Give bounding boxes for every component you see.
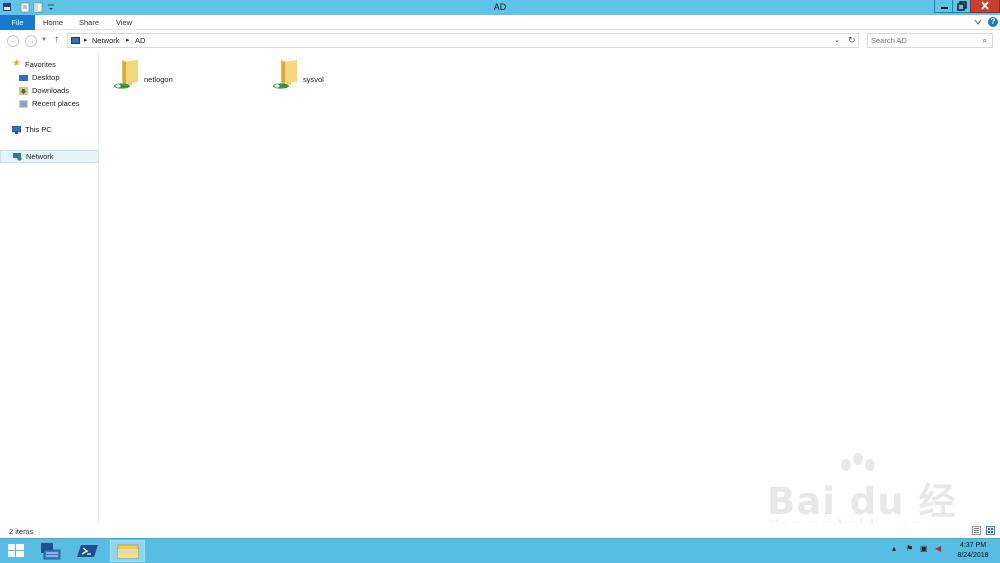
chevron-down-icon: ▼ [41, 37, 47, 43]
action-center-icon[interactable]: ⚑ [906, 544, 913, 553]
address-bar[interactable]: ▸ Network ▸ AD ⌄ ↻ [67, 33, 859, 48]
sidebar-item-label: Desktop [32, 73, 60, 82]
sidebar-item-desktop[interactable]: Desktop [19, 72, 94, 84]
expand-ribbon-icon[interactable] [974, 18, 982, 26]
volume-muted-icon[interactable]: ◀ [935, 544, 941, 553]
clock-time: 4:37 PM [959, 542, 987, 549]
clock[interactable]: 4:37 PM 8/24/2018 [952, 541, 994, 561]
shared-folder-icon [273, 60, 297, 89]
navigation-bar: ← → ▼ ↑ ▸ Network ▸ AD ⌄ ↻ ⌕ [0, 31, 1000, 50]
breadcrumb-separator-icon[interactable]: ▸ [84, 36, 88, 44]
show-hidden-icons-icon[interactable]: ▴ [892, 544, 896, 553]
close-button[interactable] [970, 0, 1000, 13]
tab-share[interactable]: Share [74, 15, 104, 30]
sidebar-item-favorites[interactable]: ★ Favorites [12, 58, 92, 71]
network-location-icon [71, 37, 80, 44]
recent-places-icon [19, 100, 28, 108]
desktop-icon [19, 75, 28, 81]
sidebar-item-label: Downloads [32, 86, 70, 95]
sidebar-item-label: Network [26, 152, 54, 161]
server-manager-button[interactable] [34, 540, 69, 562]
search-box[interactable]: ⌕ [867, 33, 993, 48]
favorites-star-icon: ★ [12, 58, 21, 69]
clock-date: 8/24/2018 [957, 552, 989, 559]
sidebar-item-label: Recent places [32, 99, 80, 108]
network-status-icon[interactable]: ▣ [920, 544, 928, 553]
search-input[interactable] [871, 35, 976, 46]
network-icon [13, 153, 22, 161]
navigation-pane: ★ Favorites Desktop Downloads Recent pla… [0, 52, 99, 523]
downloads-icon [19, 87, 28, 95]
large-icons-view-icon [988, 528, 993, 533]
file-explorer-button[interactable] [110, 540, 145, 562]
list-item[interactable]: netlogon [110, 58, 210, 98]
item-name: sysvol [303, 75, 324, 84]
item-count: 2 items [9, 527, 34, 536]
sidebar-item-label: This PC [25, 125, 52, 134]
recent-locations-dropdown[interactable]: ▼ [41, 37, 47, 43]
taskbar: ▴ ⚑ ▣ ◀ 4:37 PM 8/24/2018 [0, 538, 1000, 563]
start-button[interactable] [0, 540, 32, 562]
up-button[interactable]: ↑ [54, 34, 59, 45]
large-icons-view-button[interactable] [986, 526, 995, 535]
title-bar: AD [0, 0, 1000, 15]
tab-home[interactable]: Home [38, 15, 68, 30]
sidebar-item-this-pc[interactable]: This PC [12, 124, 92, 136]
help-icon[interactable]: ? [988, 17, 998, 27]
close-icon [981, 1, 989, 10]
powershell-button[interactable] [71, 540, 106, 562]
server-manager-icon [41, 543, 61, 560]
forward-button[interactable]: → [25, 35, 37, 47]
forward-arrow-icon: → [27, 36, 35, 45]
file-explorer-icon [117, 544, 139, 559]
breadcrumb-ad[interactable]: AD [135, 36, 145, 45]
tab-view[interactable]: View [110, 15, 138, 30]
status-bar: 2 items [0, 523, 1000, 538]
list-item[interactable]: sysvol [269, 58, 369, 98]
ribbon: File Home Share View ? [0, 15, 1000, 30]
address-history-chevron-icon[interactable]: ⌄ [834, 36, 840, 44]
shared-folder-icon [114, 60, 138, 89]
computer-icon [12, 126, 21, 134]
details-view-icon [974, 528, 979, 533]
back-button[interactable]: ← [7, 35, 19, 47]
breadcrumb-separator-icon[interactable]: ▸ [126, 36, 130, 44]
search-icon[interactable]: ⌕ [983, 36, 987, 46]
powershell-icon [77, 545, 98, 557]
item-name: netlogon [144, 75, 173, 84]
details-view-button[interactable] [972, 526, 981, 535]
sidebar-item-recent-places[interactable]: Recent places [19, 98, 97, 110]
sidebar-item-label: Favorites [25, 60, 56, 69]
window-title: AD [493, 2, 507, 12]
tab-file[interactable]: File [0, 15, 35, 30]
sidebar-item-downloads[interactable]: Downloads [19, 85, 94, 97]
up-arrow-icon: ↑ [54, 34, 59, 45]
breadcrumb-network[interactable]: Network [92, 36, 120, 45]
start-icon [8, 544, 24, 557]
sidebar-item-network[interactable]: Network [0, 150, 99, 163]
refresh-icon[interactable]: ↻ [848, 35, 856, 46]
back-arrow-icon: ← [9, 36, 17, 45]
